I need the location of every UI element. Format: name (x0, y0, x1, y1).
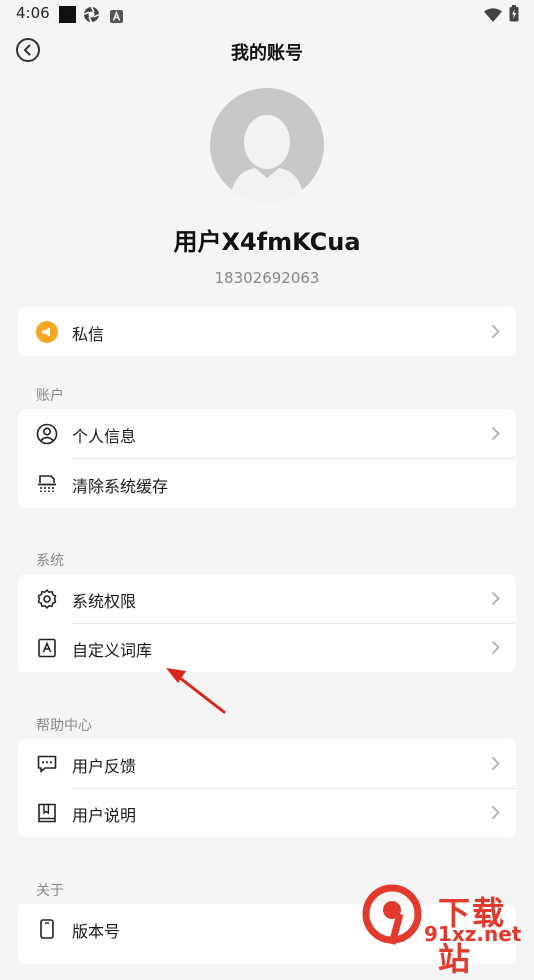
watermark-url: 91xz.net (424, 922, 522, 946)
annotation-arrow (166, 668, 226, 714)
watermark-logo (362, 884, 422, 945)
